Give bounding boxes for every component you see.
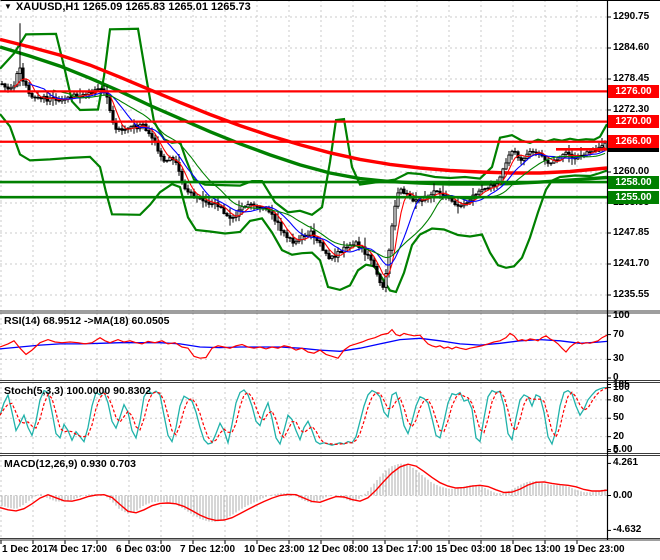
resistance-level-badge: 1270.00 bbox=[608, 115, 659, 129]
rsi-tick-label: 30 bbox=[613, 353, 625, 365]
price-tick-label: 1241.70 bbox=[613, 258, 650, 269]
stoch-tick-label: 0 bbox=[613, 445, 619, 457]
stoch-tick-label: 50 bbox=[613, 412, 625, 424]
price-tick-label: 1272.30 bbox=[613, 104, 650, 115]
stoch-tick-label: 80 bbox=[613, 393, 625, 405]
chart-title-bar: ▼ XAUUSD,H1 1265.09 1265.83 1265.01 1265.… bbox=[4, 1, 251, 13]
rsi-tick-label: 100 bbox=[613, 310, 630, 321]
time-tick-label: 1 Dec 2017 bbox=[2, 544, 54, 555]
macd-indicator-label: MACD(12,26,9) 0.930 0.703 bbox=[4, 458, 136, 470]
symbol-timeframe-label: XAUUSD,H1 bbox=[15, 1, 80, 13]
symbol-dropdown-icon[interactable]: ▼ bbox=[4, 2, 12, 11]
chart-canvas bbox=[0, 0, 660, 544]
rsi-tick-label: 70 bbox=[613, 328, 625, 340]
ohlc-readout: 1265.09 1265.83 1265.01 1265.73 bbox=[82, 1, 251, 13]
time-tick-label: 19 Dec 23:00 bbox=[564, 544, 625, 555]
price-tick-label: 1247.85 bbox=[613, 227, 650, 238]
price-axis[interactable]: 1290.751284.601278.451272.301260.001253.… bbox=[608, 0, 660, 540]
resistance-level-badge: 1266.00 bbox=[608, 135, 659, 149]
support-level-badge: 1258.00 bbox=[608, 175, 659, 189]
price-tick-label: 1290.75 bbox=[613, 11, 650, 22]
time-tick-label: 7 Dec 12:00 bbox=[180, 544, 236, 555]
stoch-indicator-label: Stoch(5,3,3) 100.0000 90.8302 bbox=[4, 385, 152, 397]
macd-tick-label: -4.632 bbox=[613, 524, 642, 536]
price-tick-label: 1235.55 bbox=[613, 289, 650, 300]
price-tick-label: 1284.60 bbox=[613, 42, 650, 53]
macd-tick-label: 0.00 bbox=[613, 489, 633, 501]
time-tick-label: 18 Dec 13:00 bbox=[500, 544, 561, 555]
mt4-chart-window: ▼ XAUUSD,H1 1265.09 1265.83 1265.01 1265.… bbox=[0, 0, 660, 560]
support-level-badge: 1255.00 bbox=[608, 190, 659, 204]
time-tick-label: 15 Dec 03:00 bbox=[436, 544, 497, 555]
time-tick-label: 4 Dec 17:00 bbox=[52, 544, 108, 555]
resistance-level-badge: 1276.00 bbox=[608, 84, 659, 98]
time-tick-label: 13 Dec 17:00 bbox=[372, 544, 433, 555]
rsi-indicator-label: RSI(14) 68.9512 ->MA(18) 60.0505 bbox=[4, 315, 170, 327]
time-axis[interactable]: 1 Dec 2017 4 Dec 17:00 6 Dec 03:00 7 Dec 12… bbox=[0, 542, 660, 560]
stoch-tick-label: 100 bbox=[613, 381, 630, 393]
price-tick-label: 1278.45 bbox=[613, 73, 650, 84]
time-tick-label: 10 Dec 23:00 bbox=[244, 544, 305, 555]
stoch-tick-label: 20 bbox=[613, 430, 625, 442]
macd-tick-label: 4.261 bbox=[613, 457, 639, 469]
time-tick-label: 6 Dec 03:00 bbox=[116, 544, 172, 555]
time-tick-label: 12 Dec 08:00 bbox=[308, 544, 369, 555]
